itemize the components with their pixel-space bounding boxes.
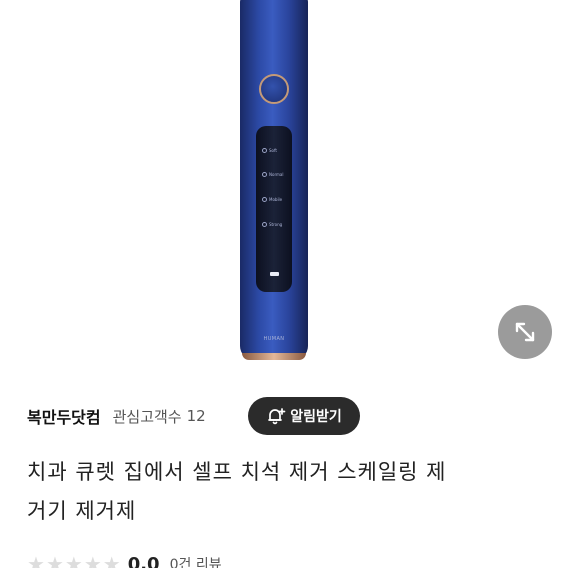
power-button-graphic [259,74,289,104]
mode-item: Mobile [262,197,282,202]
mode-panel: Soft Normal Mobile Strong [256,126,292,292]
alert-button-label: 알림받기 [290,409,342,425]
mode-label: Strong [269,222,283,227]
product-image[interactable]: Soft Normal Mobile Strong HUMAN [0,0,568,376]
product-title-line: 거기 제거제 [27,499,137,523]
bell-plus-icon [268,408,286,425]
rating-value: 0.0 [127,553,160,568]
follower-label: 관심고객수 [112,407,182,426]
follower-count: 12 [186,407,206,425]
rating-row[interactable]: ★ ★ ★ ★ ★ 0.0 0건 리뷰 [27,552,222,568]
product-title: 치과 큐렛 집에서 셀프 치석 제거 스케일링 제 거기 제거제 [27,453,547,531]
star-icon: ★ [102,552,121,568]
base-ring [242,353,306,360]
battery-icon [270,272,279,276]
mode-dot-icon [262,148,267,153]
mode-item: Soft [262,148,277,153]
brand-mark: HUMAN [263,336,285,342]
mode-item: Normal [262,172,283,177]
mode-label: Soft [269,148,277,153]
mode-item: Strong [262,222,282,227]
star-icon: ★ [64,552,83,568]
product-title-line: 치과 큐렛 집에서 셀프 치석 제거 스케일링 제 [27,460,447,484]
mode-label: Mobile [269,197,283,202]
seller-name[interactable]: 복만두닷컴 [27,404,101,428]
star-icon: ★ [27,552,45,568]
star-icon: ★ [45,552,64,568]
mode-dot-icon [262,222,267,227]
expand-image-button[interactable] [498,305,552,359]
star-icon: ★ [83,552,102,568]
mode-label: Normal [269,172,284,177]
review-count[interactable]: 0건 리뷰 [170,554,222,568]
expand-arrows-icon [515,322,535,342]
mode-dot-icon [262,172,267,177]
alert-subscribe-button[interactable]: 알림받기 [248,397,360,435]
mode-dot-icon [262,197,267,202]
